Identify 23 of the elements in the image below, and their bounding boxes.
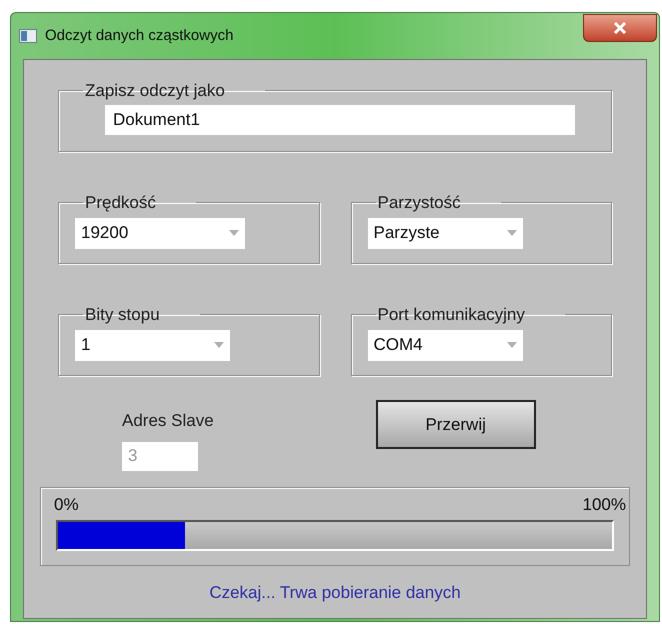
status-text: Czekaj... Trwa pobieranie danych xyxy=(209,582,461,604)
group-label: Zapisz odczyt jako xyxy=(84,80,226,102)
group-label: Bity stopu xyxy=(84,304,161,326)
dropdown[interactable]: Parzyste xyxy=(368,218,522,248)
filename-field[interactable]: Dokument1 xyxy=(105,105,575,136)
close-button[interactable] xyxy=(583,14,657,42)
caret-icon xyxy=(506,342,516,348)
caret-icon xyxy=(214,342,224,348)
field-label: Adres Slave xyxy=(122,410,214,432)
group-label: Port komunikacyjny xyxy=(376,304,526,326)
window-icon xyxy=(19,29,37,43)
max-label: 100% xyxy=(582,494,626,515)
dropdown[interactable]: 19200 xyxy=(75,218,245,248)
min-label: 0% xyxy=(54,494,79,515)
dropdown[interactable]: 1 xyxy=(75,330,230,360)
close-icon xyxy=(613,22,627,34)
caret-icon xyxy=(506,230,516,236)
caret-icon xyxy=(229,230,239,236)
dropdown[interactable]: COM4 xyxy=(368,330,522,360)
group-label: Parzystość xyxy=(376,192,462,214)
group-label: Prędkość xyxy=(84,192,157,214)
window-title: Odczyt danych cząstkowych xyxy=(45,26,234,46)
abort-button[interactable]: Przerwij xyxy=(376,400,536,450)
